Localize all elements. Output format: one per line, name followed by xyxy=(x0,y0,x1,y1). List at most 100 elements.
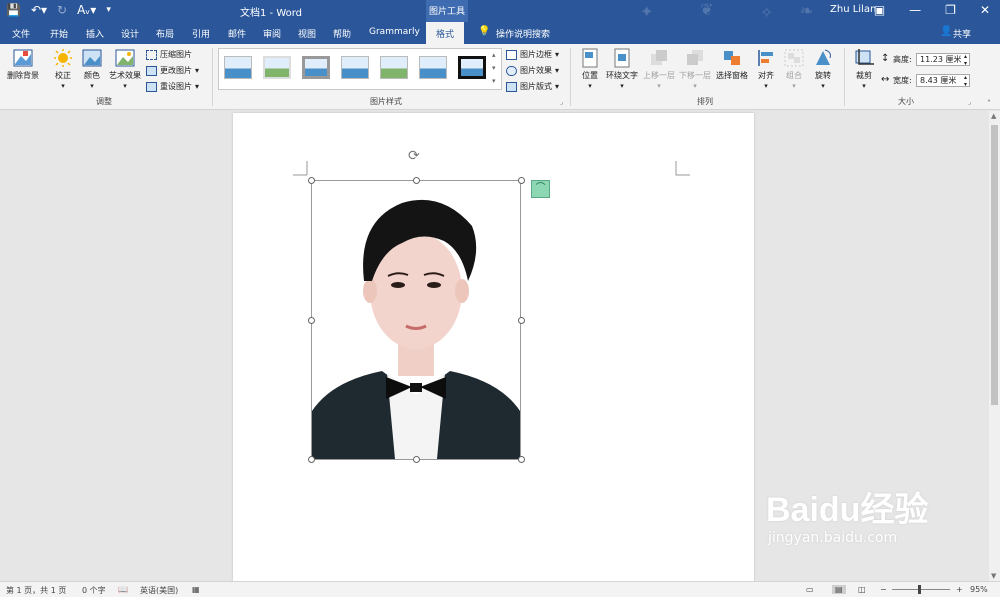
width-spinner-icon[interactable]: ▴ ▾ xyxy=(964,74,967,88)
tab-mailings[interactable]: 邮件 xyxy=(228,27,246,40)
picture-style-thumb[interactable] xyxy=(341,56,369,79)
resize-handle[interactable] xyxy=(518,317,525,324)
remove-background-button[interactable]: 删除背景 xyxy=(4,48,42,81)
zoom-slider-thumb[interactable] xyxy=(918,585,921,594)
group-button[interactable]: 组合 ▾ xyxy=(782,48,806,90)
close-icon[interactable]: ✕ xyxy=(980,3,990,17)
web-layout-icon[interactable]: ◫ xyxy=(858,585,866,594)
resize-handle[interactable] xyxy=(308,177,315,184)
macro-icon[interactable]: ▦ xyxy=(192,585,200,594)
ribbon-tabs: 文件 开始 插入 设计 布局 引用 邮件 审阅 视图 帮助 Grammarly … xyxy=(0,22,1000,44)
resize-handle[interactable] xyxy=(413,177,420,184)
bring-forward-button[interactable]: 上移一层 ▾ xyxy=(642,48,676,90)
picture-style-thumb[interactable] xyxy=(224,56,252,79)
picture-effects-button[interactable]: 图片效果 ▾ xyxy=(506,65,559,76)
margin-corner-mark xyxy=(675,161,690,176)
send-backward-button[interactable]: 下移一层 ▾ xyxy=(678,48,712,90)
height-input[interactable]: 11.23 厘米 ▴ ▾ xyxy=(916,53,970,67)
tab-help[interactable]: 帮助 xyxy=(333,27,351,40)
wrap-text-button[interactable]: 环绕文字 ▾ xyxy=(604,48,640,90)
selected-picture[interactable] xyxy=(311,180,521,460)
redo-icon[interactable]: ↻ xyxy=(57,3,67,17)
corrections-button[interactable]: 校正 ▾ xyxy=(50,48,76,90)
picture-layout-icon xyxy=(506,81,517,92)
rotate-button[interactable]: 旋转 ▾ xyxy=(810,48,836,90)
proofing-icon[interactable]: 📖 xyxy=(118,585,128,594)
rotate-handle-icon[interactable]: ⟳ xyxy=(408,148,420,164)
page-count[interactable]: 第 1 页，共 1 页 xyxy=(6,585,66,596)
resize-handle[interactable] xyxy=(308,456,315,463)
resize-handle[interactable] xyxy=(518,456,525,463)
dialog-launcher-icon[interactable]: ⌟ xyxy=(968,98,971,106)
read-mode-icon[interactable]: ▭ xyxy=(806,585,814,594)
tab-insert[interactable]: 插入 xyxy=(86,27,104,40)
spelling-icon[interactable]: Aᵥ▾ xyxy=(77,3,96,17)
baidu-watermark-url: jingyan.baidu.com xyxy=(768,530,898,546)
reset-picture-button[interactable]: 重设图片 ▾ xyxy=(146,81,199,92)
collapse-ribbon-icon[interactable]: ˄ xyxy=(987,99,991,108)
gallery-scroll-arrows[interactable]: ▴ ▾ ▾ xyxy=(492,49,496,88)
restore-icon[interactable]: ❐ xyxy=(945,3,956,17)
resize-handle[interactable] xyxy=(413,456,420,463)
position-button[interactable]: 位置 ▾ xyxy=(578,48,602,90)
scrollbar-thumb[interactable] xyxy=(991,125,998,405)
ribbon-display-icon[interactable]: ▣ xyxy=(874,3,885,17)
resize-handle[interactable] xyxy=(308,317,315,324)
minimize-icon[interactable]: — xyxy=(909,3,921,17)
baidu-watermark: Baidu经验 jingyan.baidu.com xyxy=(766,490,928,546)
share-button[interactable]: 共享 xyxy=(953,27,971,40)
reset-picture-icon xyxy=(146,81,157,92)
print-layout-icon[interactable]: ▤ xyxy=(832,585,846,594)
zoom-level[interactable]: 95% xyxy=(970,585,988,594)
resize-handle[interactable] xyxy=(518,177,525,184)
align-button[interactable]: 对齐 ▾ xyxy=(754,48,778,90)
tab-home[interactable]: 开始 xyxy=(50,27,68,40)
picture-style-thumb[interactable] xyxy=(263,56,291,79)
size-group-label: 大小 xyxy=(898,97,914,106)
group-divider xyxy=(570,48,571,106)
lightbulb-icon: 💡 xyxy=(478,26,491,37)
group-divider xyxy=(212,48,213,106)
scroll-down-icon[interactable]: ▼ xyxy=(991,572,996,580)
tab-design[interactable]: 设计 xyxy=(121,27,139,40)
compress-pictures-button[interactable]: 压缩图片 xyxy=(146,49,192,60)
tab-review[interactable]: 审阅 xyxy=(263,27,281,40)
user-name[interactable]: Zhu Lilan xyxy=(830,4,876,15)
tab-grammarly[interactable]: Grammarly xyxy=(369,27,420,37)
margin-corner-mark xyxy=(293,161,308,176)
zoom-slider[interactable] xyxy=(892,589,950,590)
picture-layout-button[interactable]: 图片版式 ▾ xyxy=(506,81,559,92)
picture-style-thumb[interactable] xyxy=(419,56,447,79)
picture-style-thumb[interactable] xyxy=(380,56,408,79)
tab-file[interactable]: 文件 xyxy=(12,27,30,40)
wrap-text-label: 环绕文字 xyxy=(606,71,638,80)
quick-access-toolbar: 💾 ↶▾ ↻ Aᵥ▾ ▾ xyxy=(6,3,111,17)
width-input[interactable]: 8.43 厘米 ▴ ▾ xyxy=(916,74,970,88)
color-button[interactable]: 颜色 ▾ xyxy=(80,48,104,90)
change-picture-button[interactable]: 更改图片 ▾ xyxy=(146,65,199,76)
vertical-scrollbar[interactable]: ▲ ▼ xyxy=(989,111,1000,581)
save-icon[interactable]: 💾 xyxy=(6,3,21,17)
picture-border-button[interactable]: 图片边框 ▾ xyxy=(506,49,559,60)
selection-pane-button[interactable]: 选择窗格 xyxy=(714,48,750,81)
zoom-in-icon[interactable]: + xyxy=(956,585,963,594)
tab-view[interactable]: 视图 xyxy=(298,27,316,40)
send-backward-icon xyxy=(687,50,703,65)
dialog-launcher-icon[interactable]: ⌟ xyxy=(560,98,563,106)
picture-style-thumb[interactable] xyxy=(458,56,486,79)
picture-style-thumb[interactable] xyxy=(302,56,330,79)
height-spinner-icon[interactable]: ▴ ▾ xyxy=(964,53,967,67)
word-count[interactable]: 0 个字 xyxy=(82,585,106,596)
undo-icon[interactable]: ↶▾ xyxy=(31,3,47,17)
layout-options-icon[interactable]: ⌒ xyxy=(531,180,550,198)
customize-icon[interactable]: ▾ xyxy=(106,5,111,15)
scroll-up-icon[interactable]: ▲ xyxy=(991,112,996,120)
crop-button[interactable]: 裁剪 ▾ xyxy=(852,48,876,90)
tell-me-search[interactable]: 操作说明搜索 xyxy=(496,27,550,40)
zoom-out-icon[interactable]: − xyxy=(880,585,887,594)
tab-references[interactable]: 引用 xyxy=(192,27,210,40)
language[interactable]: 英语(美国) xyxy=(140,585,178,596)
tab-layout[interactable]: 布局 xyxy=(156,27,174,40)
artistic-effects-button[interactable]: 艺术效果 ▾ xyxy=(107,48,143,90)
tab-format[interactable]: 格式 xyxy=(426,22,465,44)
